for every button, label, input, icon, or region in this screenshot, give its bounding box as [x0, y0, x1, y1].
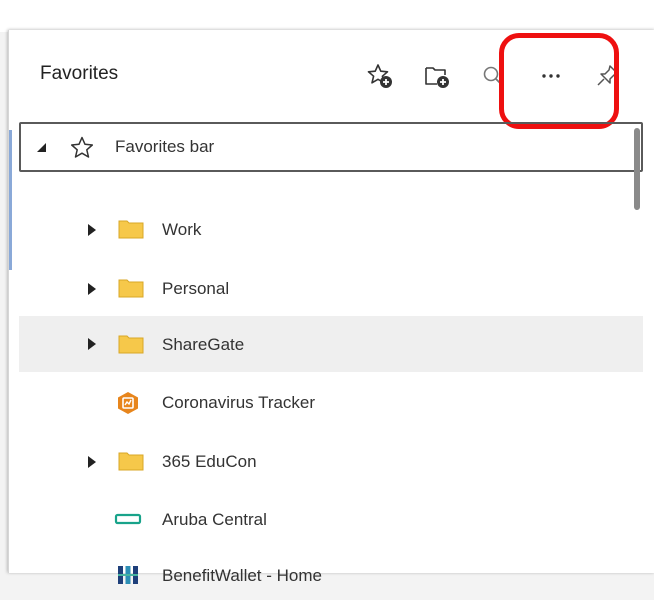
folder-icon: [118, 452, 144, 471]
tree-item-work[interactable]: Work: [19, 204, 643, 254]
more-options-icon: [539, 64, 563, 88]
caret-collapsed-icon[interactable]: [85, 282, 99, 296]
add-folder-icon: [423, 62, 451, 90]
folder-icon: [118, 279, 144, 298]
tree-root-label: Favorites bar: [115, 137, 215, 156]
add-favorite-icon: [366, 62, 394, 90]
caret-collapsed-icon[interactable]: [85, 223, 99, 237]
search-favorites-button[interactable]: [477, 60, 509, 92]
caret-expanded-icon[interactable]: [34, 140, 48, 154]
tree-item-aruba-central[interactable]: Aruba Central: [19, 494, 643, 544]
tree-item-personal[interactable]: Personal: [19, 263, 643, 313]
add-folder-button[interactable]: [421, 60, 453, 92]
search-icon: [481, 64, 505, 88]
benefitwallet-favicon: [118, 566, 138, 584]
panel-title: Favorites: [40, 63, 119, 84]
aruba-central-favicon: [114, 513, 142, 525]
focus-accent: [9, 130, 12, 270]
tree-item-label: Work: [162, 220, 202, 239]
window-backdrop: [0, 0, 654, 32]
add-favorite-button[interactable]: [364, 60, 396, 92]
caret-collapsed-icon[interactable]: [85, 455, 99, 469]
tree-item-365-educon[interactable]: 365 EduCon: [19, 436, 643, 486]
coronavirus-tracker-favicon: [118, 392, 138, 414]
favorites-panel: Favorites Favorites bar Work Personal Sh…: [8, 30, 654, 585]
tree-root-favorites-bar[interactable]: Favorites bar: [19, 122, 643, 172]
tree-item-label: ShareGate: [162, 335, 245, 354]
pin-icon: [595, 63, 621, 89]
tree-item-label: Aruba Central: [162, 510, 267, 529]
tree-item-benefitwallet-home[interactable]: BenefitWallet - Home: [19, 550, 643, 600]
tree-item-label: Personal: [162, 279, 230, 298]
caret-collapsed-icon[interactable]: [85, 337, 99, 351]
favorites-header: Favorites: [9, 30, 654, 129]
more-options-button[interactable]: [535, 60, 567, 92]
tree-item-label: 365 EduCon: [162, 452, 257, 471]
tree-item-sharegate[interactable]: ShareGate: [19, 316, 643, 372]
tree-scrollbar-thumb[interactable]: [634, 128, 640, 210]
tree-item-coronavirus-tracker[interactable]: Coronavirus Tracker: [19, 378, 643, 428]
tree-item-label: BenefitWallet - Home: [162, 566, 322, 585]
tree-item-label: Coronavirus Tracker: [162, 393, 316, 412]
folder-icon: [118, 220, 144, 239]
pin-favorites-button[interactable]: [592, 60, 624, 92]
star-outline-icon: [70, 136, 94, 158]
folder-icon: [118, 335, 144, 354]
